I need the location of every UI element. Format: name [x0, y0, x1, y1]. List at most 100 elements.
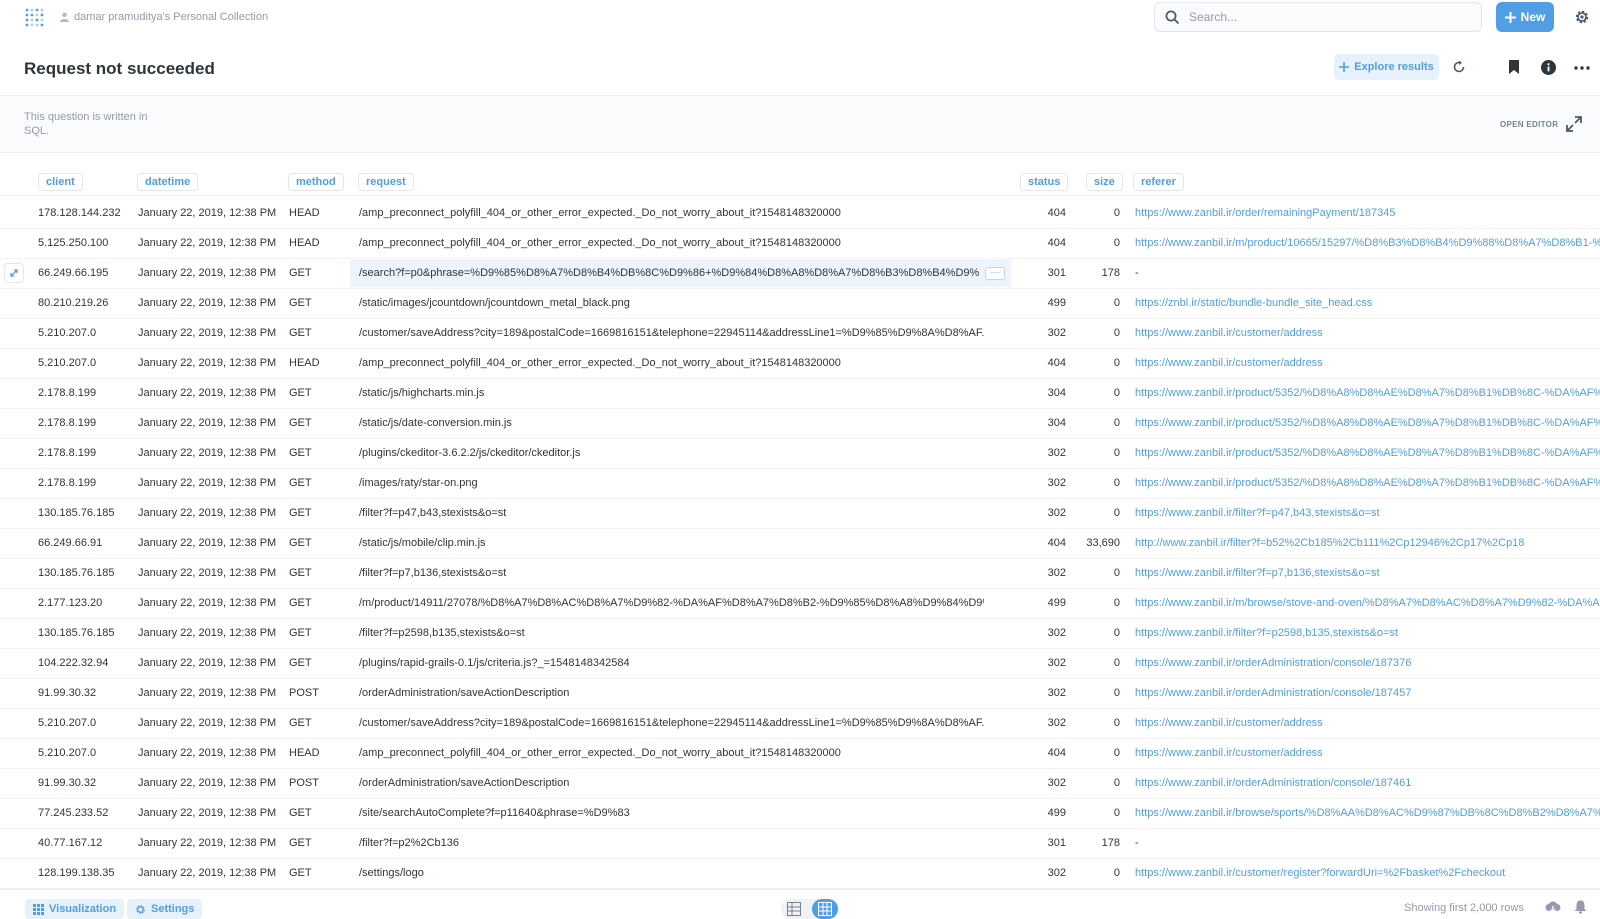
table-row[interactable]: 5.210.207.0 January 22, 2019, 12:38 PM G…: [0, 708, 1600, 739]
table-row[interactable]: 66.249.66.195 January 22, 2019, 12:38 PM…: [0, 258, 1600, 289]
column-header-method[interactable]: method: [288, 173, 344, 191]
search-input[interactable]: [1187, 9, 1471, 25]
explore-results-button[interactable]: Explore results: [1334, 54, 1439, 80]
column-header-status[interactable]: status: [1020, 173, 1069, 191]
cell-request[interactable]: /filter?f=p47,b43,stexists&o=st: [359, 507, 984, 519]
row-expand-button[interactable]: [4, 263, 24, 283]
table-row[interactable]: 40.77.167.12 January 22, 2019, 12:38 PM …: [0, 828, 1600, 859]
table-row[interactable]: 5.210.207.0 January 22, 2019, 12:38 PM G…: [0, 318, 1600, 349]
view-toggle[interactable]: [781, 899, 839, 919]
bookmark-icon[interactable]: [1508, 60, 1520, 74]
cell-request[interactable]: /static/js/highcharts.min.js: [359, 387, 984, 399]
cell-request[interactable]: /settings/logo: [359, 867, 984, 879]
cell-referer-link[interactable]: https://www.zanbil.ir/filter?f=p7,b136,s…: [1135, 567, 1600, 579]
cell-request[interactable]: /m/product/14911/27078/%D8%A7%D8%AC%D8%A…: [359, 597, 984, 609]
cell-request[interactable]: /static/images/jcountdown/jcountdown_met…: [359, 297, 984, 309]
new-button[interactable]: New: [1496, 2, 1554, 32]
cell-request[interactable]: /filter?f=p7,b136,stexists&o=st: [359, 567, 984, 579]
cell-request[interactable]: /images/raty/star-on.png: [359, 477, 984, 489]
table-row[interactable]: 5.125.250.100 January 22, 2019, 12:38 PM…: [0, 228, 1600, 259]
cell-referer-link[interactable]: https://www.zanbil.ir/product/5352/%D8%A…: [1135, 387, 1600, 399]
cell-referer-link[interactable]: https://www.zanbil.ir/customer/address: [1135, 327, 1600, 339]
cell-referer-link[interactable]: https://znbl.ir/static/bundle-bundle_sit…: [1135, 297, 1600, 309]
table-row[interactable]: 104.222.32.94 January 22, 2019, 12:38 PM…: [0, 648, 1600, 679]
table-row[interactable]: 5.210.207.0 January 22, 2019, 12:38 PM H…: [0, 738, 1600, 769]
page-title[interactable]: Request not succeeded: [24, 59, 215, 79]
table-row[interactable]: 130.185.76.185 January 22, 2019, 12:38 P…: [0, 558, 1600, 589]
cell-referer-link[interactable]: https://www.zanbil.ir/orderAdministratio…: [1135, 687, 1600, 699]
column-header-request[interactable]: request: [358, 173, 414, 191]
table-row[interactable]: 130.185.76.185 January 22, 2019, 12:38 P…: [0, 618, 1600, 649]
breadcrumb-collection[interactable]: damar pramuditya's Personal Collection: [74, 11, 268, 23]
cell-request[interactable]: /customer/saveAddress?city=189&postalCod…: [359, 327, 984, 339]
cell-referer-link[interactable]: https://www.zanbil.ir/m/browse/stove-and…: [1135, 597, 1600, 609]
table-view-icon[interactable]: [787, 902, 801, 916]
cell-referer-link[interactable]: https://www.zanbil.ir/browse/sports/%D8%…: [1135, 807, 1600, 819]
cell-size: 0: [1113, 297, 1120, 309]
cell-referer-link[interactable]: https://www.zanbil.ir/customer/address: [1135, 357, 1600, 369]
cell-request[interactable]: /static/js/mobile/clip.min.js: [359, 537, 984, 549]
table-row[interactable]: 66.249.66.91 January 22, 2019, 12:38 PM …: [0, 528, 1600, 559]
cell-size: 0: [1113, 417, 1120, 429]
column-header-size[interactable]: size: [1086, 173, 1123, 191]
table-row[interactable]: 91.99.30.32 January 22, 2019, 12:38 PM P…: [0, 678, 1600, 709]
table-row[interactable]: 2.178.8.199 January 22, 2019, 12:38 PM G…: [0, 438, 1600, 469]
expand-icon[interactable]: [1566, 116, 1582, 132]
cell-referer-link[interactable]: https://www.zanbil.ir/product/5352/%D8%A…: [1135, 447, 1600, 459]
cell-request[interactable]: /amp_preconnect_polyfill_404_or_other_er…: [359, 207, 984, 219]
table-row[interactable]: 2.178.8.199 January 22, 2019, 12:38 PM G…: [0, 408, 1600, 439]
visualization-button[interactable]: Visualization: [25, 899, 125, 919]
cell-request[interactable]: /orderAdministration/saveActionDescripti…: [359, 777, 984, 789]
cell-referer-link[interactable]: https://www.zanbil.ir/orderAdministratio…: [1135, 657, 1600, 669]
cell-request[interactable]: /site/searchAutoComplete?f=p11640&phrase…: [359, 807, 984, 819]
cell-request[interactable]: /customer/saveAddress?city=189&postalCod…: [359, 717, 984, 729]
cell-referer-link[interactable]: http://www.zanbil.ir/filter?f=b52%2Cb185…: [1135, 537, 1600, 549]
cell-request[interactable]: /plugins/ckeditor-3.6.2.2/js/ckeditor/ck…: [359, 447, 984, 459]
info-icon[interactable]: [1541, 60, 1556, 75]
settings-button[interactable]: Settings: [127, 899, 203, 919]
grid-view-toggle-active[interactable]: [812, 899, 838, 919]
table-row[interactable]: 178.128.144.232 January 22, 2019, 12:38 …: [0, 198, 1600, 229]
cell-referer-link[interactable]: https://www.zanbil.ir/filter?f=p47,b43,s…: [1135, 507, 1600, 519]
cell-referer-link[interactable]: https://www.zanbil.ir/customer/address: [1135, 717, 1600, 729]
table-row[interactable]: 2.177.123.20 January 22, 2019, 12:38 PM …: [0, 588, 1600, 619]
table-row[interactable]: 77.245.233.52 January 22, 2019, 12:38 PM…: [0, 798, 1600, 829]
cell-more-button[interactable]: ···: [985, 267, 1005, 280]
cell-referer-link[interactable]: https://www.zanbil.ir/order/remainingPay…: [1135, 207, 1600, 219]
cell-referer-link[interactable]: https://www.zanbil.ir/product/5352/%D8%A…: [1135, 477, 1600, 489]
cell-referer-link[interactable]: https://www.zanbil.ir/customer/register?…: [1135, 867, 1600, 879]
cell-referer-link[interactable]: https://www.zanbil.ir/product/5352/%D8%A…: [1135, 417, 1600, 429]
bell-icon[interactable]: [1574, 900, 1587, 914]
metabase-logo-icon[interactable]: [24, 7, 46, 29]
cell-request[interactable]: /amp_preconnect_polyfill_404_or_other_er…: [359, 237, 984, 249]
table-row[interactable]: 2.178.8.199 January 22, 2019, 12:38 PM G…: [0, 378, 1600, 409]
cell-referer-link[interactable]: https://www.zanbil.ir/filter?f=p2598,b13…: [1135, 627, 1600, 639]
table-row[interactable]: 91.99.30.32 January 22, 2019, 12:38 PM P…: [0, 768, 1600, 799]
table-row[interactable]: 80.210.219.26 January 22, 2019, 12:38 PM…: [0, 288, 1600, 319]
cell-request[interactable]: /plugins/rapid-grails-0.1/js/criteria.js…: [359, 657, 984, 669]
download-icon[interactable]: [1545, 900, 1561, 914]
cell-request[interactable]: /search?f=p0&phrase=%D9%85%D8%A7%D8%B4%D…: [359, 267, 979, 279]
cell-request[interactable]: /orderAdministration/saveActionDescripti…: [359, 687, 984, 699]
table-row[interactable]: 130.185.76.185 January 22, 2019, 12:38 P…: [0, 498, 1600, 529]
cell-request[interactable]: /filter?f=p2%2Cb136: [359, 837, 984, 849]
table-row[interactable]: 128.199.138.35 January 22, 2019, 12:38 P…: [0, 858, 1600, 889]
breadcrumb[interactable]: damar pramuditya's Personal Collection: [60, 11, 268, 23]
open-editor-link[interactable]: OPEN EDITOR: [1500, 120, 1558, 129]
cell-request[interactable]: /amp_preconnect_polyfill_404_or_other_er…: [359, 747, 984, 759]
cell-referer-link[interactable]: https://www.zanbil.ir/m/product/10665/15…: [1135, 237, 1600, 249]
table-row[interactable]: 2.178.8.199 January 22, 2019, 12:38 PM G…: [0, 468, 1600, 499]
column-header-datetime[interactable]: datetime: [137, 173, 199, 191]
cell-referer-link[interactable]: https://www.zanbil.ir/customer/address: [1135, 747, 1600, 759]
cell-referer-link[interactable]: https://www.zanbil.ir/orderAdministratio…: [1135, 777, 1600, 789]
search-box[interactable]: [1154, 2, 1482, 32]
cell-request[interactable]: /static/js/date-conversion.min.js: [359, 417, 984, 429]
column-header-referer[interactable]: referer: [1133, 173, 1184, 191]
column-header-client[interactable]: client: [38, 173, 83, 191]
refresh-icon[interactable]: [1452, 60, 1466, 74]
table-row[interactable]: 5.210.207.0 January 22, 2019, 12:38 PM H…: [0, 348, 1600, 379]
gear-icon[interactable]: [1574, 9, 1590, 25]
cell-request[interactable]: /amp_preconnect_polyfill_404_or_other_er…: [359, 357, 984, 369]
cell-request[interactable]: /filter?f=p2598,b135,stexists&o=st: [359, 627, 984, 639]
more-options-icon[interactable]: [1574, 66, 1590, 70]
